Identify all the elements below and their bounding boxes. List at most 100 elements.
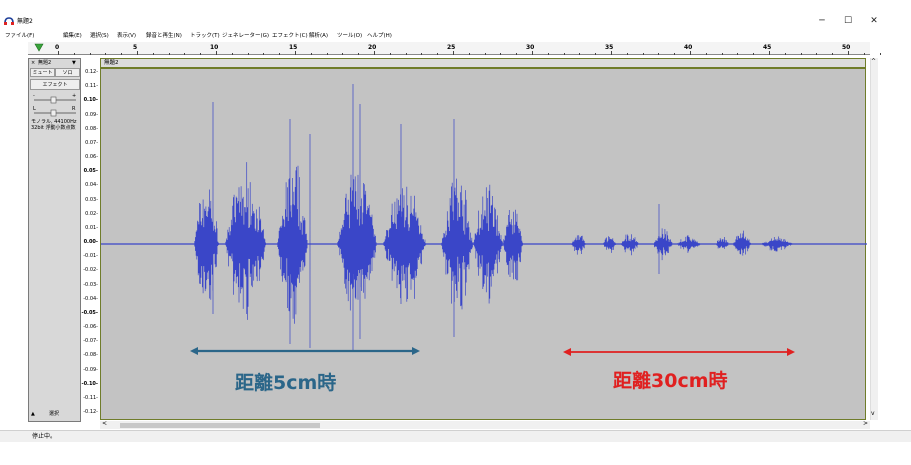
timeline-tick-mark — [247, 53, 249, 55]
timeline-tick-mark — [611, 51, 612, 55]
menu-tracks[interactable]: トラック(T) — [190, 31, 220, 41]
timeline-tick-mark — [848, 51, 849, 55]
window-title: 無題2 — [17, 18, 33, 25]
timeline-tick-mark — [184, 53, 186, 55]
tick-label: 45 — [763, 44, 772, 51]
solo-button[interactable]: ソロ — [55, 68, 80, 77]
timeline-tick-mark — [563, 53, 565, 55]
select-track-button[interactable]: 選択 — [49, 411, 59, 417]
timeline-tick-mark — [816, 53, 818, 55]
menu-analyze[interactable]: 解析(A) — [309, 31, 328, 41]
status-text: 停止中。 — [32, 433, 57, 440]
menu-generate[interactable]: ジェネレーター(G) — [222, 31, 269, 41]
waveform-path — [194, 84, 793, 352]
timeline-tick-mark — [326, 53, 328, 55]
timeline-tick-mark — [121, 53, 123, 55]
gain-slider[interactable] — [33, 96, 77, 104]
vertical-scrollbar[interactable]: ^ v — [870, 58, 878, 420]
amplitude-tick-label: 0.12- — [85, 69, 98, 75]
minimize-button[interactable]: ─ — [809, 14, 835, 28]
amplitude-tick-label: -0.09- — [83, 366, 98, 373]
pan-slider[interactable] — [33, 109, 77, 117]
timeline-tick-mark — [437, 53, 439, 55]
amplitude-tick-label: 0.00- — [83, 239, 98, 245]
timeline-tick-mark — [784, 53, 786, 55]
mute-button[interactable]: ミュート — [30, 68, 55, 77]
collapse-track-icon[interactable]: ▲ — [31, 411, 35, 417]
timeline-tick-mark — [721, 53, 723, 55]
timeline-tick-mark — [642, 53, 644, 55]
menu-transport[interactable]: 録音と再生(N) — [146, 31, 182, 41]
amplitude-tick-label: 0.07- — [85, 139, 98, 146]
track-close-button[interactable]: × — [31, 60, 35, 66]
timeline-tick-mark — [105, 53, 107, 55]
timeline-tick-mark — [879, 53, 881, 55]
tick-label: 30 — [526, 44, 535, 51]
timeline-tick-mark — [595, 53, 597, 55]
track-menu-dropdown-icon[interactable]: ▼ — [72, 60, 76, 66]
amplitude-tick-label: 0.11- — [85, 83, 98, 90]
timeline-tick-mark — [753, 53, 755, 55]
timeline-tick-mark — [137, 51, 138, 55]
scroll-down-icon[interactable]: v — [871, 410, 875, 417]
waveform-svg — [101, 84, 867, 352]
timeline-tick-mark — [310, 53, 312, 55]
timeline-tick-mark — [200, 53, 202, 55]
menu-effect[interactable]: エフェクト(C) — [272, 31, 308, 41]
tick-label: 10 — [210, 44, 219, 51]
timeline-tick-mark — [832, 53, 834, 55]
timeline-tick-mark — [579, 53, 581, 55]
timeline-tick-mark — [705, 53, 707, 55]
amplitude-tick-label: -0.07- — [83, 338, 98, 345]
menu-edit[interactable]: 編集(E) — [63, 31, 82, 41]
close-button[interactable]: ✕ — [861, 14, 887, 28]
tick-label: 40 — [684, 44, 693, 51]
near-distance-label: 距離5cm時 — [235, 372, 337, 394]
timeline-tick-mark — [658, 53, 660, 55]
amplitude-tick-label: 0.02- — [85, 210, 98, 217]
timeline-tick-mark — [737, 53, 739, 55]
timeline-tick-mark — [500, 53, 502, 55]
timeline-tick-mark — [484, 53, 486, 55]
scroll-right-icon[interactable]: > — [863, 420, 868, 427]
scroll-up-icon[interactable]: ^ — [871, 58, 876, 65]
amplitude-tick-label: 0.04- — [85, 182, 98, 189]
menu-file[interactable]: ファイル(F) — [5, 31, 34, 41]
timeline-tick-mark — [73, 53, 75, 55]
menu-view[interactable]: 表示(V) — [117, 31, 136, 41]
play-head-icon[interactable] — [34, 43, 44, 53]
amplitude-tick-label: -0.10- — [81, 380, 99, 387]
timeline-tick-mark — [342, 53, 344, 55]
clip-name: 無題2 — [104, 60, 119, 66]
far-distance-label: 距離30cm時 — [613, 370, 728, 392]
amplitude-tick-label: 0.08- — [85, 125, 98, 132]
menu-tools[interactable]: ツール(O) — [337, 31, 362, 41]
tick-label: 50 — [842, 44, 851, 51]
track-name[interactable]: 無題2 — [38, 60, 51, 66]
amplitude-tick-label: -0.08- — [83, 352, 98, 359]
timeline-tick-mark — [295, 51, 296, 55]
track-format-line2: 32bit 浮動小数点数 — [31, 125, 76, 131]
timeline-tick-mark — [421, 53, 423, 55]
menu-help[interactable]: ヘルプ(H) — [367, 31, 392, 41]
waveform-display[interactable] — [100, 68, 867, 420]
amplitude-tick-label: -0.03- — [83, 281, 98, 288]
timeline-tick-mark — [626, 53, 628, 55]
amplitude-tick-label: -0.04- — [83, 295, 98, 302]
horizontal-scroll-thumb[interactable] — [120, 423, 320, 428]
timeline-tick-mark — [358, 53, 360, 55]
clip-header[interactable]: 無題2 — [100, 58, 866, 68]
tick-label: 5 — [133, 44, 138, 51]
amplitude-tick-label: -0.11- — [83, 394, 98, 401]
maximize-button[interactable]: ☐ — [835, 14, 861, 28]
timeline-tick-mark — [547, 53, 549, 55]
scroll-left-icon[interactable]: < — [102, 420, 107, 427]
track-control-panel: × 無題2 ▼ ミュート ソロ エフェクト - + L R モノラル, 4410… — [28, 58, 81, 422]
effects-button[interactable]: エフェクト — [30, 79, 80, 90]
amplitude-tick-label: 0.01- — [85, 224, 98, 231]
tick-label: 25 — [447, 44, 456, 51]
menu-select[interactable]: 選択(S) — [90, 31, 109, 41]
timeline-tick-mark — [168, 53, 170, 55]
amplitude-tick-label: -0.12- — [83, 409, 98, 415]
timeline-tick-mark — [405, 53, 407, 55]
